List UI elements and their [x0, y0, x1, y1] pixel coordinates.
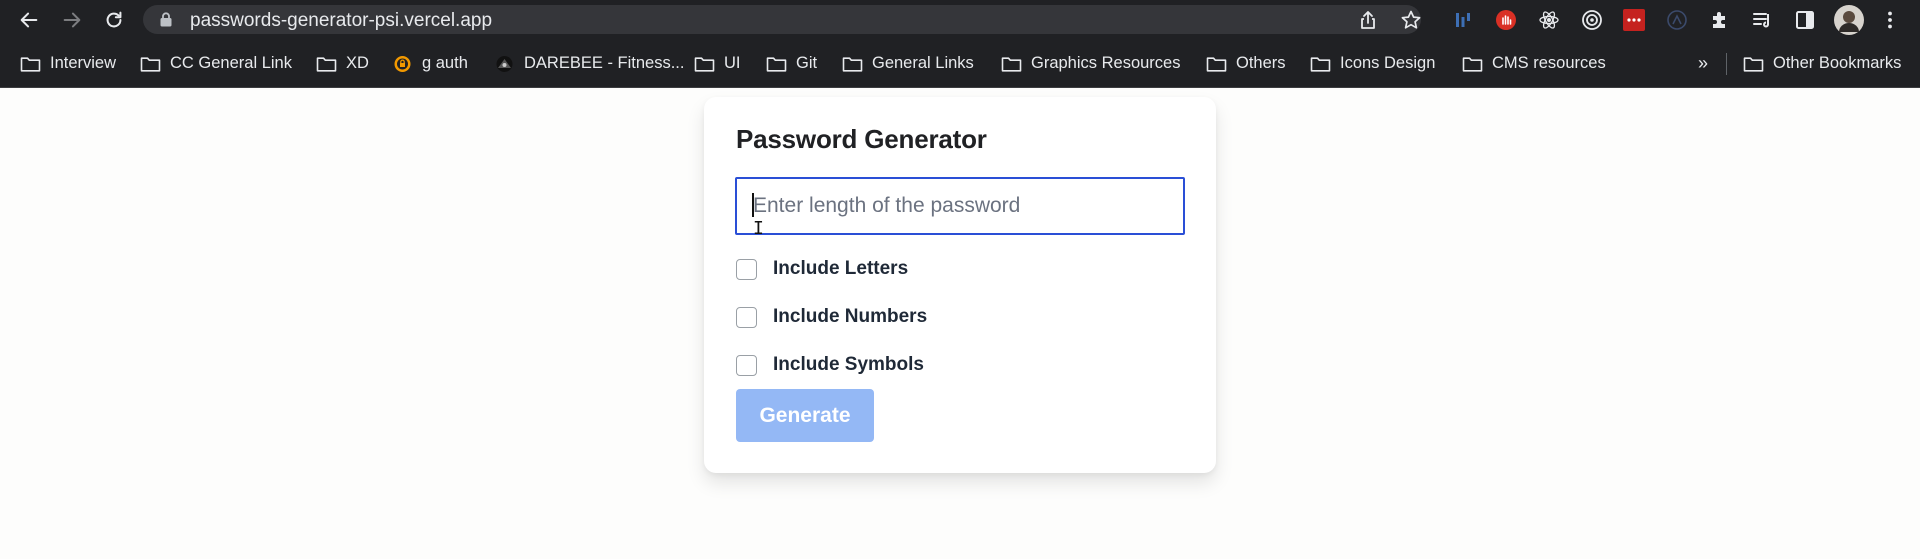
side-panel-icon[interactable] [1794, 9, 1816, 31]
bookmark-label: UI [724, 54, 741, 72]
folder-icon [1462, 56, 1483, 72]
menu-kebab-icon[interactable] [1879, 9, 1901, 31]
include-letters-checkbox[interactable] [736, 258, 757, 280]
folder-icon [1001, 56, 1022, 72]
extension-target-icon[interactable] [1581, 9, 1603, 31]
extension-bars-icon[interactable] [1452, 9, 1474, 31]
folder-icon [20, 56, 41, 72]
bookmark-label: XD [346, 54, 369, 72]
bookmark-item[interactable]: Git [766, 39, 817, 88]
bookmark-item[interactable]: Others [1206, 39, 1286, 88]
bookmark-label: Interview [50, 54, 117, 72]
browser-toolbar: passwords-generator-psi.vercel.app [0, 0, 1920, 39]
extension-shield-icon[interactable] [1666, 9, 1688, 31]
forward-button[interactable] [54, 0, 90, 39]
include-numbers-option[interactable]: Include Numbers [736, 305, 927, 329]
include-numbers-label: Include Numbers [773, 306, 928, 327]
other-bookmarks-label: Other Bookmarks [1773, 54, 1902, 72]
folder-icon [1743, 56, 1764, 72]
folder-icon [842, 56, 863, 72]
address-bar[interactable]: passwords-generator-psi.vercel.app [143, 5, 1421, 34]
bookmark-star-icon[interactable] [1400, 9, 1422, 31]
include-symbols-checkbox[interactable] [736, 354, 757, 376]
folder-icon [316, 56, 337, 72]
bookmark-item[interactable]: DAREBEE - Fitness... [494, 39, 684, 88]
bookmark-item[interactable]: Graphics Resources [1001, 39, 1180, 88]
bookmark-item[interactable]: CMS resources [1462, 39, 1606, 88]
authenticator-icon [394, 55, 411, 72]
include-numbers-checkbox[interactable] [736, 306, 757, 328]
bookmark-label: Git [796, 54, 818, 72]
folder-icon [1206, 56, 1227, 72]
bookmark-label: g auth [422, 54, 468, 72]
bookmark-item[interactable]: g auth [392, 39, 468, 88]
bookmark-label: DAREBEE - Fitness... [524, 54, 685, 72]
include-letters-label: Include Letters [773, 258, 909, 279]
arrow-right-icon [63, 12, 81, 27]
generate-button[interactable]: Generate [736, 389, 874, 442]
bookmark-label: Graphics Resources [1031, 54, 1181, 72]
folder-icon [1310, 56, 1331, 72]
bookmark-label: General Links [872, 54, 974, 72]
extension-hand-icon[interactable] [1495, 9, 1517, 31]
folder-icon [694, 56, 715, 72]
bookmark-item[interactable]: CC General Link [140, 39, 292, 88]
profile-avatar[interactable] [1834, 5, 1864, 35]
bookmark-item[interactable]: Icons Design [1310, 39, 1435, 88]
reload-button[interactable] [96, 0, 132, 39]
share-icon[interactable] [1357, 9, 1379, 31]
include-letters-option[interactable]: Include Letters [736, 257, 908, 281]
arrow-left-icon [20, 12, 38, 27]
folder-icon [766, 56, 787, 72]
lock-icon [160, 12, 172, 27]
bookmark-label: Others [1236, 54, 1286, 72]
darebee-icon [496, 55, 513, 72]
reload-icon [106, 11, 122, 27]
bookmark-label: Icons Design [1340, 54, 1436, 72]
include-symbols-label: Include Symbols [773, 354, 924, 375]
react-devtools-icon[interactable] [1538, 9, 1560, 31]
bookmarks-separator [1726, 53, 1727, 75]
url-text: passwords-generator-psi.vercel.app [190, 10, 493, 31]
bookmark-label: CC General Link [170, 54, 292, 72]
bookmark-item[interactable]: UI [694, 39, 741, 88]
other-bookmarks-folder[interactable]: Other Bookmarks [1743, 39, 1901, 88]
text-caret [752, 193, 754, 217]
password-generator-card: Password Generator Include Letters Inclu… [704, 97, 1216, 473]
extension-dots-icon[interactable] [1623, 9, 1645, 31]
password-length-input[interactable] [735, 177, 1185, 235]
extensions-puzzle-icon[interactable] [1709, 9, 1731, 31]
reading-list-icon[interactable] [1751, 9, 1773, 31]
bookmarks-overflow-button[interactable]: » [1698, 39, 1708, 88]
bookmark-label: CMS resources [1492, 54, 1606, 72]
bookmark-item[interactable]: Interview [20, 39, 116, 88]
back-button[interactable] [11, 0, 47, 39]
folder-icon [140, 56, 161, 72]
include-symbols-option[interactable]: Include Symbols [736, 353, 924, 377]
bookmark-item[interactable]: XD [316, 39, 369, 88]
mouse-ibeam-cursor: I [753, 218, 764, 239]
page-title: Password Generator [736, 124, 987, 154]
bookmark-item[interactable]: General Links [842, 39, 974, 88]
